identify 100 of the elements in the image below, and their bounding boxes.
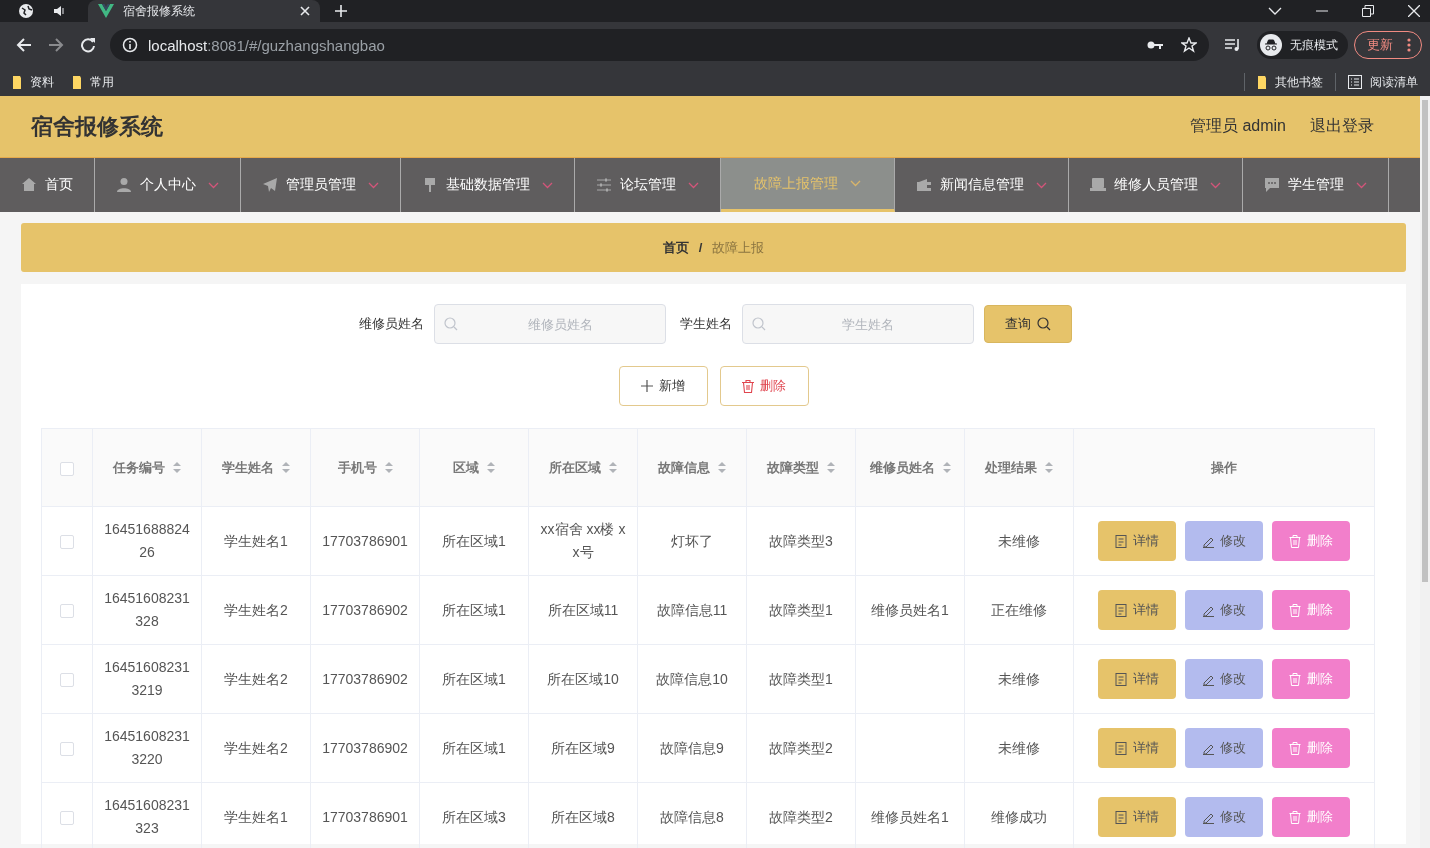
- add-button[interactable]: 新增: [618, 366, 708, 406]
- scrollbar-thumb[interactable]: [1422, 100, 1428, 582]
- incognito-badge[interactable]: 无痕模式: [1257, 31, 1348, 59]
- column-header[interactable]: 故障信息: [658, 458, 726, 477]
- trash-icon: [1289, 534, 1301, 548]
- row-checkbox[interactable]: [60, 535, 74, 550]
- table-cell-text: 17703786901: [322, 531, 408, 551]
- url-text: localhost:8081/#/guzhangshangbao: [148, 36, 385, 54]
- scrollbar[interactable]: [1420, 96, 1430, 848]
- table-cell-text: 16451608231323: [103, 796, 191, 838]
- column-header[interactable]: 手机号: [337, 458, 393, 477]
- user-label: 管理员 admin: [1189, 116, 1286, 136]
- table-cell-text: 所在区域10: [547, 669, 619, 689]
- table-cell-text: 17703786902: [322, 738, 408, 758]
- nav-menu-item[interactable]: 学生管理: [1243, 158, 1389, 212]
- column-header[interactable]: 处理结果: [985, 458, 1053, 477]
- query-button[interactable]: 查询: [984, 305, 1072, 343]
- table-cell-text: 未维修: [998, 669, 1040, 689]
- details-button[interactable]: 详情: [1098, 590, 1176, 630]
- delete-button[interactable]: 删除: [1272, 590, 1350, 630]
- table-cell-text: 164516082313220: [103, 727, 191, 769]
- delete-button[interactable]: 删除: [719, 366, 809, 406]
- nav-menu-item[interactable]: 首页: [0, 158, 95, 212]
- table-cell-text: 17703786902: [322, 600, 408, 620]
- table-cell-text: 学生姓名2: [224, 600, 288, 620]
- browser-tab[interactable]: 宿舍报修系统: [88, 0, 320, 22]
- app-title: 宿舍报修系统: [31, 112, 163, 141]
- table-cell-text: 正在维修: [991, 600, 1047, 620]
- bookmark-item[interactable]: 其他书签: [1257, 73, 1323, 91]
- select-all-checkbox[interactable]: [60, 461, 74, 476]
- edit-button[interactable]: 修改: [1185, 659, 1263, 699]
- edit-button[interactable]: 修改: [1185, 521, 1263, 561]
- column-header[interactable]: 任务编号: [113, 458, 181, 477]
- edit-button[interactable]: 修改: [1185, 797, 1263, 837]
- nav-menu-item[interactable]: 基础数据管理: [401, 158, 575, 212]
- info-icon: [122, 37, 138, 53]
- delete-button[interactable]: 删除: [1272, 659, 1350, 699]
- document-icon: [1115, 603, 1127, 617]
- table-cell-text: 所在区域9: [551, 738, 615, 758]
- search-field[interactable]: 学生姓名: [742, 304, 974, 344]
- nav-menu-item[interactable]: 个人中心: [95, 158, 241, 212]
- column-header[interactable]: 学生姓名: [222, 458, 290, 477]
- search-icon: [444, 317, 458, 331]
- table-cell-text: 维修成功: [991, 807, 1047, 827]
- address-field[interactable]: localhost:8081/#/guzhangshangbao: [110, 29, 1209, 61]
- details-button[interactable]: 详情: [1098, 659, 1176, 699]
- breadcrumb-item: 故障上报: [712, 238, 765, 257]
- table-cell-text: 17703786901: [322, 807, 408, 827]
- row-checkbox[interactable]: [60, 811, 74, 826]
- table-cell-text: 学生姓名1: [224, 807, 288, 827]
- bookmark-item[interactable]: 常用: [72, 73, 114, 91]
- details-button[interactable]: 详情: [1098, 728, 1176, 768]
- table-cell-text: 17703786902: [322, 669, 408, 689]
- trash-icon: [1289, 810, 1301, 824]
- column-header[interactable]: 所在区域: [549, 458, 617, 477]
- document-icon: [1115, 672, 1127, 686]
- forward-arrow-icon: [48, 37, 64, 53]
- folder-icon: [12, 75, 22, 89]
- table-cell-text: 故障信息10: [656, 669, 728, 689]
- edit-button[interactable]: 修改: [1185, 728, 1263, 768]
- nav-menu-item[interactable]: 新闻信息管理: [895, 158, 1069, 212]
- bookmark-item[interactable]: 资料: [12, 73, 54, 91]
- table-cell-text: 所在区域11: [547, 600, 619, 620]
- details-button[interactable]: 详情: [1098, 797, 1176, 837]
- field-label: 维修员姓名: [359, 315, 424, 333]
- table-cell-text: 未维修: [998, 531, 1040, 551]
- table-cell-text: 故障类型2: [769, 807, 833, 827]
- search-field[interactable]: 维修员姓名: [434, 304, 666, 344]
- home-icon: [21, 177, 37, 193]
- row-checkbox[interactable]: [60, 673, 74, 688]
- restore-icon: [1362, 5, 1374, 17]
- breadcrumb-item[interactable]: 首页: [662, 238, 689, 257]
- column-header[interactable]: 区域: [453, 458, 495, 477]
- table-cell-text: 所在区域8: [551, 807, 615, 827]
- details-button[interactable]: 详情: [1098, 521, 1176, 561]
- reading-list-button[interactable]: 阅读清单: [1348, 73, 1418, 91]
- delete-button[interactable]: 删除: [1272, 521, 1350, 561]
- column-header[interactable]: 故障类型: [767, 458, 835, 477]
- logout-link[interactable]: 退出登录: [1310, 116, 1374, 137]
- delete-button[interactable]: 删除: [1272, 797, 1350, 837]
- reload-icon: [80, 37, 96, 53]
- nav-menu-item[interactable]: 管理员管理: [241, 158, 401, 212]
- table-cell-text: 灯坏了: [671, 531, 713, 551]
- plus-icon: [641, 380, 653, 392]
- delete-button[interactable]: 删除: [1272, 728, 1350, 768]
- trash-icon: [1289, 672, 1301, 686]
- table-cell-text: 故障信息8: [660, 807, 724, 827]
- table-cell-text: 所在区域1: [442, 600, 506, 620]
- column-header[interactable]: 操作: [1211, 458, 1237, 477]
- table-cell-text: 1645168882426: [103, 520, 191, 562]
- column-header[interactable]: 维修员姓名: [869, 458, 951, 477]
- row-checkbox[interactable]: [60, 742, 74, 757]
- table-cell-text: 故障类型1: [769, 669, 833, 689]
- nav-menu-item[interactable]: 维修人员管理: [1069, 158, 1243, 212]
- speaker-icon: [52, 4, 66, 18]
- row-checkbox[interactable]: [60, 604, 74, 619]
- edit-button[interactable]: 修改: [1185, 590, 1263, 630]
- trash-icon: [1289, 741, 1301, 755]
- table-cell-text: 16451608231328: [103, 589, 191, 631]
- monitor-icon: [1090, 177, 1106, 193]
